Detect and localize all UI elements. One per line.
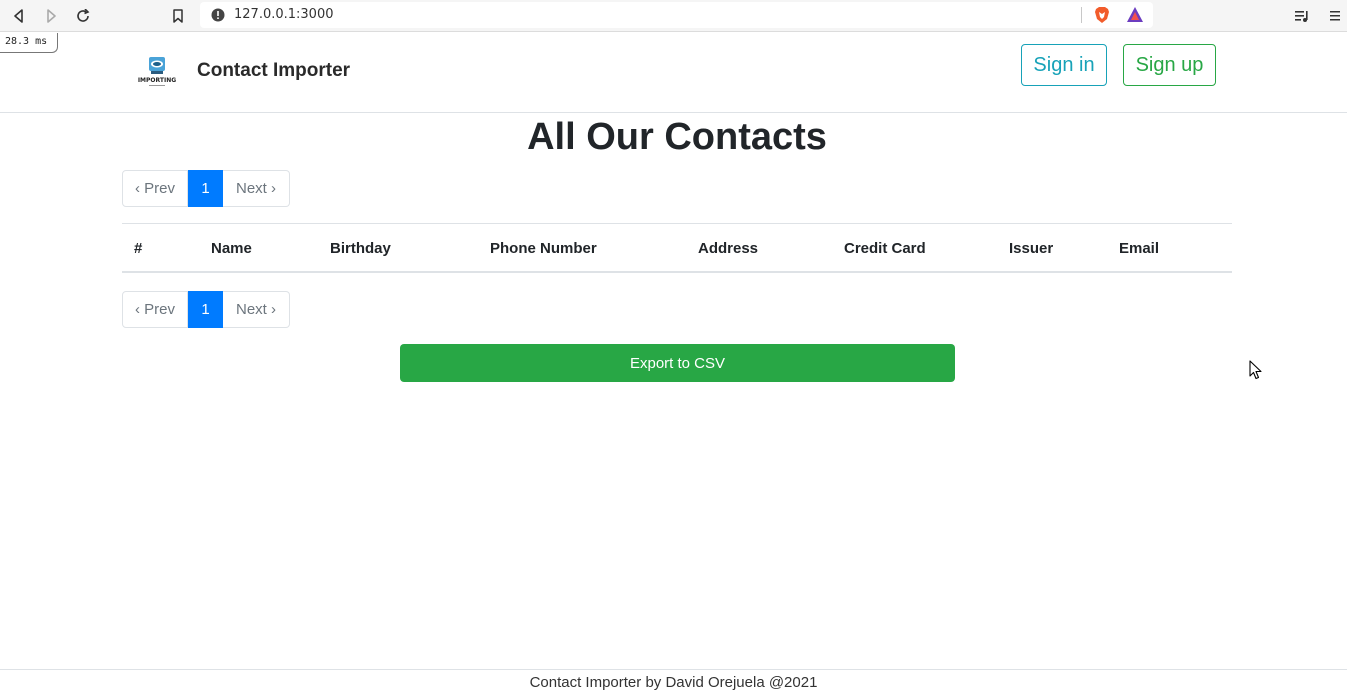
pagination-prev[interactable]: ‹ Prev <box>122 291 188 328</box>
footer: Contact Importer by David Orejuela @2021 <box>0 669 1347 690</box>
browser-toolbar: 127.0.0.1:3000 <box>0 0 1347 32</box>
pagination-next[interactable]: Next › <box>223 291 290 328</box>
column-header-email: Email <box>1119 240 1160 257</box>
render-timing-badge: 28.3 ms <box>0 33 58 53</box>
mouse-cursor-icon <box>1249 360 1263 380</box>
page-title: All Our Contacts <box>527 116 827 158</box>
contacts-table: # Name Birthday Phone Number Address Cre… <box>122 223 1232 273</box>
pagination-page-1[interactable]: 1 <box>188 170 223 207</box>
column-header-issuer: Issuer <box>1009 240 1054 257</box>
sign-in-button[interactable]: Sign in <box>1021 44 1107 86</box>
pagination-top: ‹ Prev 1 Next › <box>122 170 290 207</box>
forward-icon[interactable] <box>40 5 62 27</box>
url-divider <box>1081 7 1082 23</box>
app-navbar: IMPORTING Contact Importer Sign in Sign … <box>0 33 1347 113</box>
pagination-prev[interactable]: ‹ Prev <box>122 170 188 207</box>
site-info-icon[interactable] <box>211 8 225 27</box>
brave-shield-icon[interactable] <box>1093 6 1111 29</box>
brand-logo[interactable]: IMPORTING <box>133 53 181 91</box>
bookmark-icon[interactable] <box>167 5 189 27</box>
media-icon[interactable] <box>1291 5 1313 27</box>
column-header-birthday: Birthday <box>330 240 391 257</box>
column-header-name: Name <box>211 240 252 257</box>
menu-icon[interactable] <box>1324 5 1346 27</box>
address-bar[interactable]: 127.0.0.1:3000 <box>200 2 1153 28</box>
pagination-bottom: ‹ Prev 1 Next › <box>122 291 290 328</box>
column-header-phone: Phone Number <box>490 240 597 257</box>
brave-rewards-icon[interactable] <box>1126 6 1144 29</box>
column-header-index: # <box>134 240 143 257</box>
svg-text:IMPORTING: IMPORTING <box>138 77 176 84</box>
export-csv-button[interactable]: Export to CSV <box>400 344 955 382</box>
brand-title[interactable]: Contact Importer <box>197 60 350 82</box>
column-header-address: Address <box>698 240 759 257</box>
url-text: 127.0.0.1:3000 <box>234 7 334 22</box>
footer-text: Contact Importer by David Orejuela @2021 <box>529 674 818 690</box>
sign-up-button[interactable]: Sign up <box>1123 44 1216 86</box>
reload-icon[interactable] <box>72 5 94 27</box>
pagination-next[interactable]: Next › <box>223 170 290 207</box>
back-icon[interactable] <box>8 5 30 27</box>
column-header-credit-card: Credit Card <box>844 240 926 257</box>
pagination-page-1[interactable]: 1 <box>188 291 223 328</box>
